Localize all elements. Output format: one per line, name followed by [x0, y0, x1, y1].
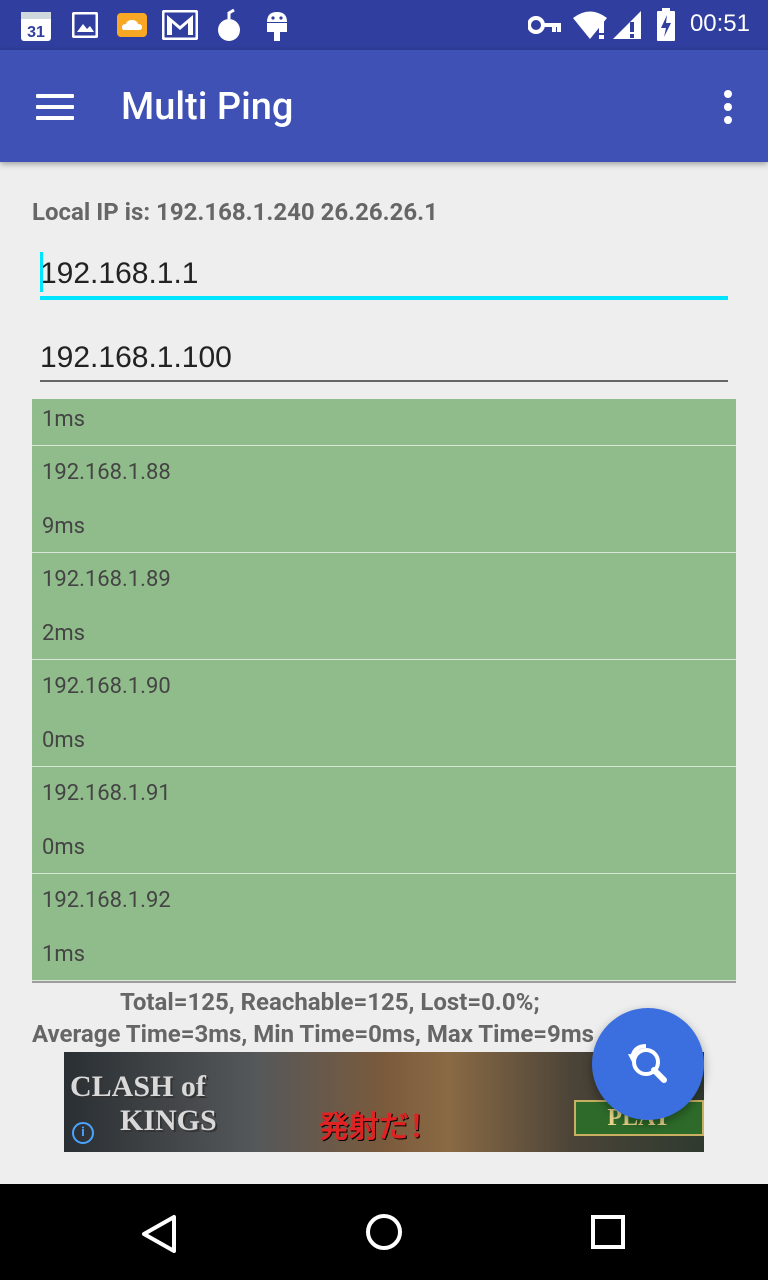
host-ip: 192.168.1.91 [42, 781, 171, 806]
list-item[interactable]: 192.168.1.89 2ms [32, 553, 736, 660]
search-refresh-icon [628, 1044, 667, 1083]
gallery-icon [71, 11, 99, 42]
clock: 00:51 [689, 10, 750, 37]
home-icon[interactable] [364, 1212, 404, 1252]
weather-icon [116, 12, 148, 42]
ping-time: 0ms [42, 728, 86, 753]
status-bar: 31 00:51 [0, 0, 768, 50]
more-options-icon[interactable] [722, 88, 734, 124]
vpn-key-icon [527, 16, 562, 38]
start-ip-underline [40, 296, 728, 300]
page-title: Multi Ping [121, 85, 294, 129]
ping-time: 1ms [42, 942, 86, 967]
gmail-icon [161, 9, 199, 44]
navigation-bar [0, 1184, 768, 1280]
scan-fab-button[interactable] [592, 1008, 704, 1120]
ad-info-icon[interactable]: i [72, 1122, 94, 1144]
host-ip: 192.168.1.89 [42, 567, 171, 592]
list-item[interactable]: 1ms [32, 399, 736, 446]
ping-results-list[interactable]: 1ms 192.168.1.88 9ms 192.168.1.89 2ms 19… [32, 399, 736, 982]
calendar-icon: 31 [20, 8, 52, 46]
end-ip-underline [40, 380, 728, 382]
app-bar: Multi Ping [0, 50, 768, 162]
local-ip-label: Local IP is: 192.168.1.240 26.26.26.1 [32, 198, 438, 226]
android-icon [264, 10, 290, 46]
list-item[interactable]: 192.168.1.90 0ms [32, 660, 736, 767]
list-item[interactable]: 192.168.1.88 9ms [32, 446, 736, 553]
host-ip: 192.168.1.90 [42, 674, 171, 699]
host-ip: 192.168.1.88 [42, 460, 171, 485]
ad-logo-line-1: CLASH of [70, 1070, 206, 1103]
end-ip-input[interactable] [40, 338, 728, 378]
ping-time: 9ms [42, 514, 86, 539]
battery-charging-icon [656, 8, 676, 46]
list-item[interactable]: 192.168.1.92 1ms [32, 874, 736, 981]
start-ip-input[interactable] [40, 254, 728, 294]
menu-icon[interactable] [36, 94, 76, 120]
list-item[interactable]: 192.168.1.91 0ms [32, 767, 736, 874]
summary-line-2: Average Time=3ms, Min Time=0ms, Max Time… [32, 1020, 594, 1048]
recents-icon[interactable] [590, 1214, 626, 1250]
ping-time: 1ms [42, 407, 86, 432]
calendar-day: 31 [27, 24, 45, 41]
list-divider [32, 981, 736, 983]
signal-icon [612, 10, 642, 44]
wifi-icon [572, 10, 608, 44]
summary-line-1: Total=125, Reachable=125, Lost=0.0%; [120, 988, 540, 1016]
back-icon[interactable] [140, 1214, 180, 1254]
ping-time: 2ms [42, 621, 86, 646]
ping-time: 0ms [42, 835, 86, 860]
bomb-icon [216, 8, 242, 46]
host-ip: 192.168.1.92 [42, 888, 171, 913]
text-cursor [40, 252, 43, 292]
ad-tagline: 発射だ！ [319, 1110, 439, 1145]
